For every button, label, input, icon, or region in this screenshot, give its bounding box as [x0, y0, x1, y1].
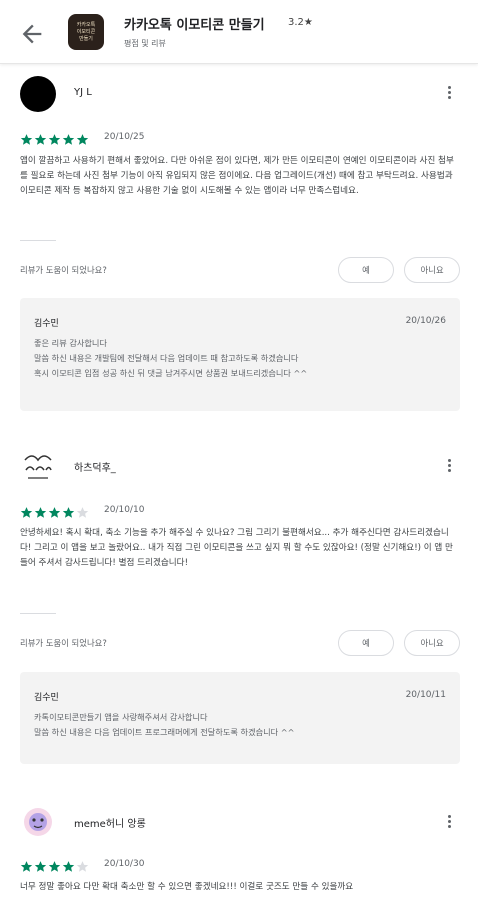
helpful-question: 리뷰가 도움이 되었나요? [20, 638, 107, 648]
reply-author: 김수민 [34, 693, 59, 703]
avatar [20, 448, 56, 484]
divider [20, 240, 56, 241]
more-options-icon[interactable] [442, 813, 456, 833]
app-bar: 카카오톡 이모티콘 만들기 카카오톡 이모티콘 만들기 3.2★ 평점 및 리뷰 [0, 0, 478, 64]
avatar-character-icon [24, 808, 52, 836]
review-author: meme허니 앙롱 [74, 819, 146, 830]
reply-text: 좋은 리뷰 감사합니다 말씀 하신 내용은 개발팀에 전달해서 다음 업데이트 … [34, 338, 308, 378]
review-text: 안녕하세요! 혹시 확대, 축소 기능을 추가 해주실 수 있나요? 그림 그리… [20, 528, 453, 568]
star-rating [20, 504, 90, 518]
review-card: 하츠덕후_ 20/10/10 안녕하세요! 혹시 확대, 축소 기능을 추가 해… [0, 440, 478, 790]
helpful-question: 리뷰가 도움이 되었나요? [20, 265, 107, 275]
review-date: 20/10/25 [104, 132, 145, 142]
more-options-icon[interactable] [442, 457, 456, 477]
helpful-no-button[interactable]: 아니요 [404, 257, 460, 283]
star-filled-icon [62, 134, 75, 145]
star-filled-icon [62, 861, 75, 872]
helpful-yes-button[interactable]: 예 [338, 630, 394, 656]
star-filled-icon [76, 134, 89, 145]
star-filled-icon [20, 861, 33, 872]
star-filled-icon [48, 134, 61, 145]
app-icon-line-2: 이모티콘 [76, 29, 96, 35]
star-rating [20, 858, 90, 872]
developer-reply: 김수민 20/10/26 좋은 리뷰 감사합니다 말씀 하신 내용은 개발팀에 … [20, 298, 460, 411]
app-rating: 3.2★ [288, 17, 313, 28]
helpful-no-button[interactable]: 아니요 [404, 630, 460, 656]
reply-date: 20/10/11 [405, 690, 446, 700]
review-text: 앱이 깔끔하고 사용하기 편해서 좋았어요. 다만 아쉬운 점이 있다면, 제가… [20, 156, 454, 196]
review-author: 하츠덕후_ [74, 463, 116, 474]
star-filled-icon [34, 507, 47, 518]
review-date: 20/10/10 [104, 505, 145, 515]
review-text: 너무 정말 좋아요 다만 확대 축소만 할 수 있으면 좋겠네요!!! 이걸로 … [20, 882, 354, 892]
helpful-yes-button[interactable]: 예 [338, 257, 394, 283]
reply-text: 카톡이모티콘만들기 앱을 사랑해주셔서 감사합니다 말씀 하신 내용은 다음 업… [34, 712, 295, 737]
star-filled-icon [20, 507, 33, 518]
arrow-left-icon[interactable] [18, 20, 46, 48]
star-filled-icon [34, 134, 47, 145]
review-card: meme허니 앙롱 20/10/30 너무 정말 좋아요 다만 확대 축소만 할… [0, 800, 478, 900]
avatar [20, 804, 56, 840]
avatar-sketch-icon [24, 455, 52, 479]
star-filled-icon [34, 861, 47, 872]
app-icon-line-3: 만들기 [79, 36, 93, 42]
app-title: 카카오톡 이모티콘 만들기 [124, 18, 265, 33]
reply-author: 김수민 [34, 319, 59, 329]
developer-reply: 김수민 20/10/11 카톡이모티콘만들기 앱을 사랑해주셔서 감사합니다 말… [20, 672, 460, 764]
star-filled-icon [48, 507, 61, 518]
star-empty-icon [76, 507, 89, 518]
review-card: YJ L 20/10/25 앱이 깔끔하고 사용하기 편해서 좋았어요. 다만 … [0, 64, 478, 424]
review-author: YJ L [74, 87, 92, 98]
app-icon-line-1: 카카오톡 [76, 22, 96, 28]
review-date: 20/10/30 [104, 859, 145, 869]
star-filled-icon [62, 507, 75, 518]
star-filled-icon [48, 861, 61, 872]
divider [20, 613, 56, 614]
star-rating [20, 131, 90, 145]
star-empty-icon [76, 861, 89, 872]
more-options-icon[interactable] [442, 84, 456, 104]
avatar [20, 76, 56, 112]
star-filled-icon [20, 134, 33, 145]
page-subtitle: 평점 및 리뷰 [124, 39, 166, 48]
app-icon: 카카오톡 이모티콘 만들기 [68, 14, 104, 50]
reply-date: 20/10/26 [405, 316, 446, 326]
